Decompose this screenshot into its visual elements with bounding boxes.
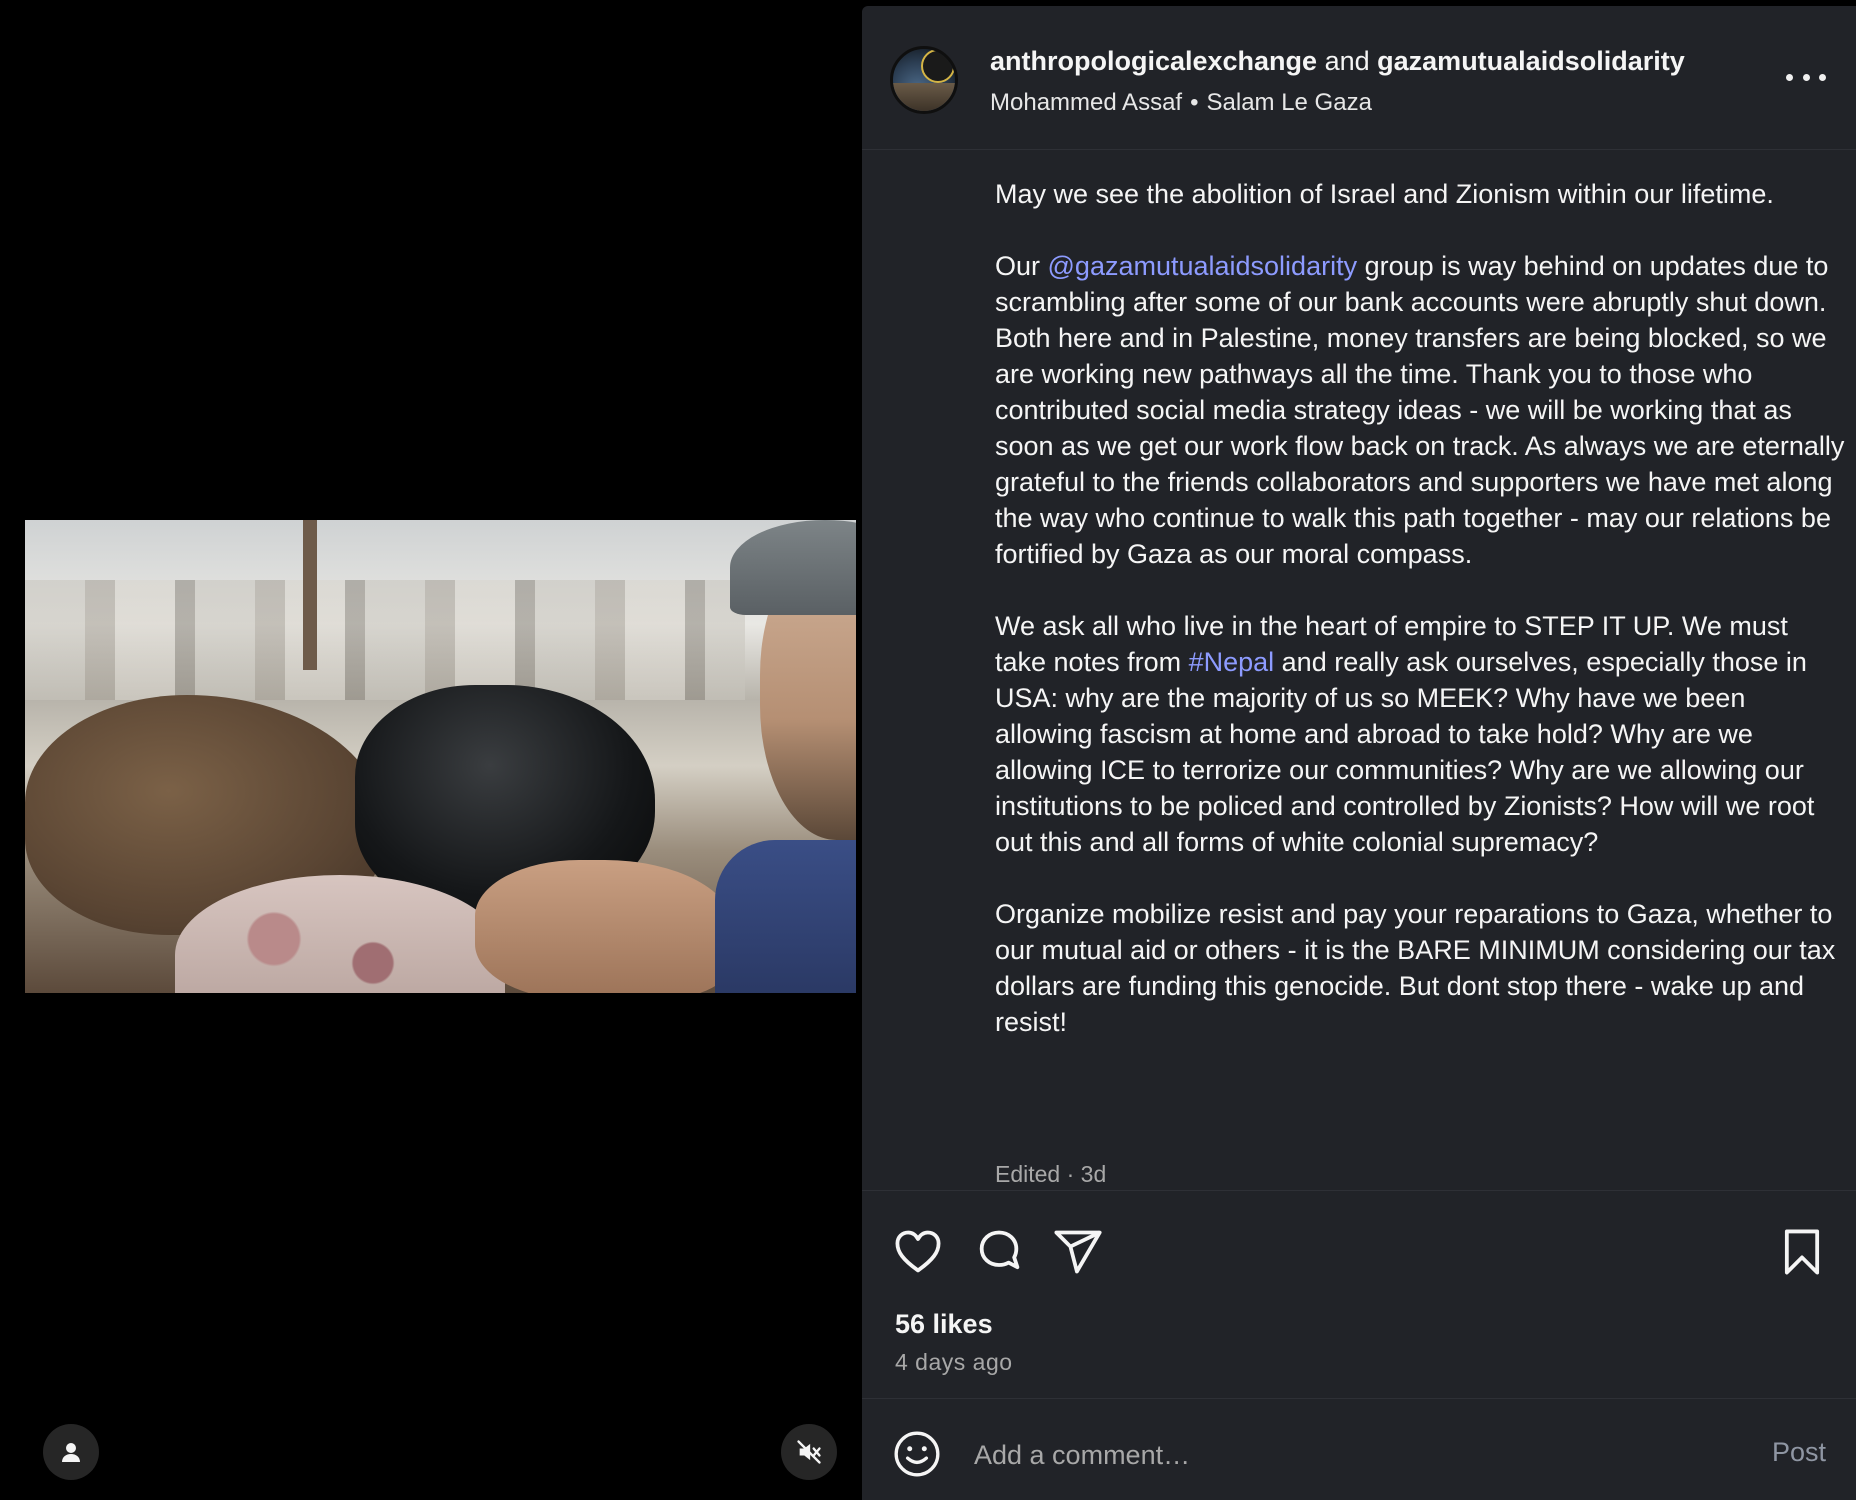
audio-artist[interactable]: Mohammed Assaf	[990, 89, 1182, 116]
author-avatar[interactable]	[890, 46, 958, 114]
avatar-ground	[893, 83, 955, 111]
mute-toggle-button[interactable]	[781, 1424, 837, 1480]
comment-icon	[979, 1230, 1020, 1270]
more-options-icon	[1802, 73, 1810, 81]
video-background-tents	[25, 580, 745, 700]
audio-track[interactable]: Salam Le Gaza	[1207, 89, 1372, 116]
like-button[interactable]	[892, 1226, 944, 1278]
caption-text: group is way behind on updates due to sc…	[995, 251, 1845, 569]
video-person-cap	[730, 520, 856, 615]
tagged-users-button[interactable]	[43, 1424, 99, 1480]
author-line: anthropologicalexchange and gazamutualai…	[990, 44, 1685, 78]
caption-edited-time: Edited · 3d	[995, 1161, 1107, 1187]
more-options-button[interactable]	[1786, 62, 1826, 92]
user-icon	[62, 1443, 80, 1462]
like-count[interactable]: 56 likes	[895, 1309, 993, 1340]
caption-text: Our	[995, 251, 1048, 281]
instagram-post-viewer: anthropologicalexchange and gazamutualai…	[0, 0, 1856, 1500]
author-link-2[interactable]: gazamutualaidsolidarity	[1377, 46, 1685, 76]
post-panel: anthropologicalexchange and gazamutualai…	[862, 6, 1856, 1500]
more-options-icon	[1786, 73, 1793, 81]
emoji-icon	[894, 1431, 940, 1477]
video-player[interactable]	[25, 520, 856, 993]
video-tent-pole	[303, 520, 317, 670]
comment-input[interactable]	[974, 1433, 1674, 1477]
post-comment-button[interactable]: Post	[1772, 1437, 1826, 1468]
caption-paragraph-3: We ask all who live in the heart of empi…	[995, 608, 1845, 860]
hashtag-link[interactable]: #Nepal	[1189, 647, 1275, 677]
caption-paragraph-2: Our @gazamutualaidsolidarity group is wa…	[995, 248, 1845, 572]
post-timestamp: 4 days ago	[895, 1349, 1013, 1375]
caption-paragraph-1: May we see the abolition of Israel and Z…	[995, 179, 1774, 209]
comment-bar: Post	[862, 1398, 1856, 1500]
share-button[interactable]	[1052, 1226, 1104, 1278]
more-options-icon	[1819, 73, 1826, 81]
post-header: anthropologicalexchange and gazamutualai…	[862, 6, 1856, 150]
speaker-muted-icon	[797, 1440, 821, 1464]
emoji-picker-button[interactable]	[892, 1429, 942, 1479]
caption-text: and really ask ourselves, especially tho…	[995, 647, 1815, 857]
mention-link[interactable]: @gazamutualaidsolidarity	[1048, 251, 1358, 281]
video-person-shirt	[715, 840, 856, 993]
media-panel	[0, 0, 861, 1500]
post-caption: May we see the abolition of Israel and Z…	[995, 176, 1845, 1076]
author-link-1[interactable]: anthropologicalexchange	[990, 46, 1317, 76]
author-conjunction: and	[1324, 46, 1370, 76]
bookmark-icon	[1784, 1229, 1820, 1275]
audio-separator: •	[1190, 89, 1199, 116]
audio-attribution[interactable]: Mohammed Assaf • Salam Le Gaza	[990, 88, 1372, 118]
save-button[interactable]	[1776, 1226, 1828, 1278]
caption-paragraph-4: Organize mobilize resist and pay your re…	[995, 899, 1836, 1037]
heart-icon	[895, 1230, 941, 1273]
video-hand	[475, 860, 735, 993]
paper-plane-icon	[1054, 1230, 1102, 1274]
collab-avatar-badge	[921, 49, 955, 83]
comment-button[interactable]	[973, 1226, 1025, 1278]
